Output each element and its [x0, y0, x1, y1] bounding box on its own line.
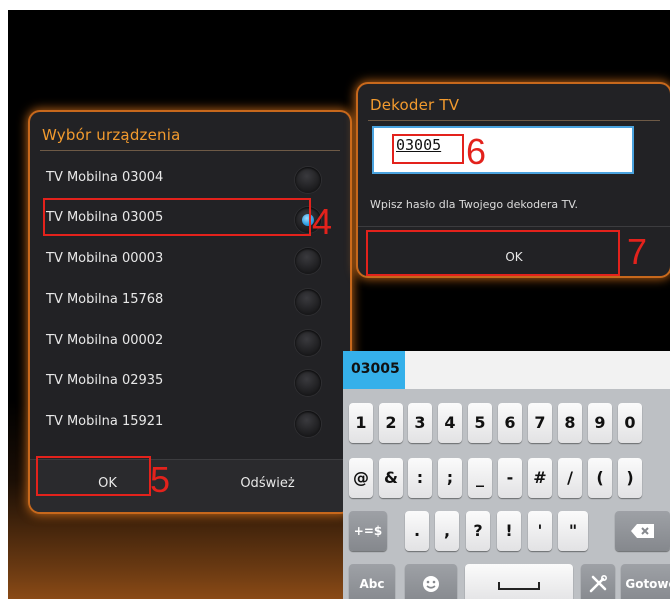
- key-slash[interactable]: /: [558, 458, 582, 498]
- settings-key[interactable]: [581, 564, 615, 599]
- device-list-item[interactable]: TV Mobilna 02935: [30, 363, 350, 401]
- key-6[interactable]: 6: [498, 403, 522, 443]
- device-list-item[interactable]: TV Mobilna 00003: [30, 241, 350, 279]
- radio-button[interactable]: [295, 248, 321, 274]
- dialog-title: Wybór urządzenia: [42, 126, 181, 144]
- key-comma[interactable]: ,: [435, 511, 459, 551]
- device-label: TV Mobilna 03004: [46, 170, 164, 185]
- suggestion-text: 03005: [351, 361, 400, 377]
- key-3[interactable]: 3: [408, 403, 432, 443]
- annotation-number-5: 5: [150, 459, 171, 500]
- key-ampersand[interactable]: &: [379, 458, 403, 498]
- soft-keyboard: 03005 1 2 3 4 5 6 7 8 9 0 @ & : ; _ - # …: [343, 351, 670, 599]
- key-5[interactable]: 5: [468, 403, 492, 443]
- annotation-box-4: [43, 198, 311, 236]
- device-label: TV Mobilna 00003: [46, 251, 164, 266]
- key-period[interactable]: .: [405, 511, 429, 551]
- dialog-title: Dekoder TV: [370, 96, 460, 114]
- device-selection-dialog: Wybór urządzenia TV Mobilna 03004 TV Mob…: [30, 112, 350, 512]
- abc-key[interactable]: Abc: [349, 564, 395, 599]
- key-1[interactable]: 1: [349, 403, 373, 443]
- device-list-item[interactable]: TV Mobilna 15921: [30, 404, 350, 442]
- annotation-box-7: [366, 230, 620, 276]
- radio-button[interactable]: [295, 411, 321, 437]
- radio-button[interactable]: [295, 289, 321, 315]
- device-label: TV Mobilna 00002: [46, 333, 164, 348]
- divider: [358, 226, 670, 227]
- key-at[interactable]: @: [349, 458, 373, 498]
- key-semicolon[interactable]: ;: [438, 458, 462, 498]
- annotation-box-5: [36, 456, 151, 496]
- space-icon: [498, 582, 540, 590]
- key-question[interactable]: ?: [466, 511, 490, 551]
- suggestion-strip: 03005: [343, 351, 670, 389]
- key-colon[interactable]: :: [408, 458, 432, 498]
- device-label: TV Mobilna 15921: [46, 414, 164, 429]
- key-quote[interactable]: ": [558, 511, 588, 551]
- symbols-key[interactable]: +=$: [349, 511, 387, 551]
- device-label: TV Mobilna 15768: [46, 292, 164, 307]
- key-2[interactable]: 2: [379, 403, 403, 443]
- radio-button[interactable]: [295, 330, 321, 356]
- annotation-box-6: [392, 134, 464, 164]
- title-divider: [368, 120, 660, 121]
- key-7[interactable]: 7: [528, 403, 552, 443]
- annotation-number-7: 7: [627, 231, 648, 272]
- radio-button[interactable]: [295, 370, 321, 396]
- refresh-button[interactable]: Odśwież: [190, 476, 345, 491]
- smiley-icon: [423, 576, 439, 592]
- key-apostrophe[interactable]: ': [528, 511, 552, 551]
- device-list-item[interactable]: TV Mobilna 00002: [30, 323, 350, 361]
- backspace-key[interactable]: [615, 511, 670, 551]
- key-hyphen[interactable]: -: [498, 458, 522, 498]
- annotation-number-6: 6: [466, 131, 487, 172]
- key-hash[interactable]: #: [528, 458, 552, 498]
- key-underscore[interactable]: _: [468, 458, 492, 498]
- key-8[interactable]: 8: [558, 403, 582, 443]
- key-open-paren[interactable]: (: [588, 458, 612, 498]
- key-exclamation[interactable]: !: [497, 511, 521, 551]
- device-list-item[interactable]: TV Mobilna 03004: [30, 160, 350, 198]
- password-hint: Wpisz hasło dla Twojego dekodera TV.: [370, 198, 578, 211]
- key-close-paren[interactable]: ): [618, 458, 642, 498]
- backspace-icon: [630, 524, 654, 538]
- device-label: TV Mobilna 02935: [46, 373, 164, 388]
- radio-button[interactable]: [295, 167, 321, 193]
- annotation-number-4: 4: [312, 201, 333, 242]
- emoji-key[interactable]: [405, 564, 457, 599]
- title-divider: [40, 150, 340, 151]
- space-key[interactable]: [465, 564, 573, 599]
- key-4[interactable]: 4: [438, 403, 462, 443]
- tools-icon: [589, 574, 608, 593]
- done-key[interactable]: Gotowe: [621, 564, 670, 599]
- android-screen: Wybór urządzenia TV Mobilna 03004 TV Mob…: [8, 10, 670, 599]
- device-list-item[interactable]: TV Mobilna 15768: [30, 282, 350, 320]
- key-9[interactable]: 9: [588, 403, 612, 443]
- key-0[interactable]: 0: [618, 403, 642, 443]
